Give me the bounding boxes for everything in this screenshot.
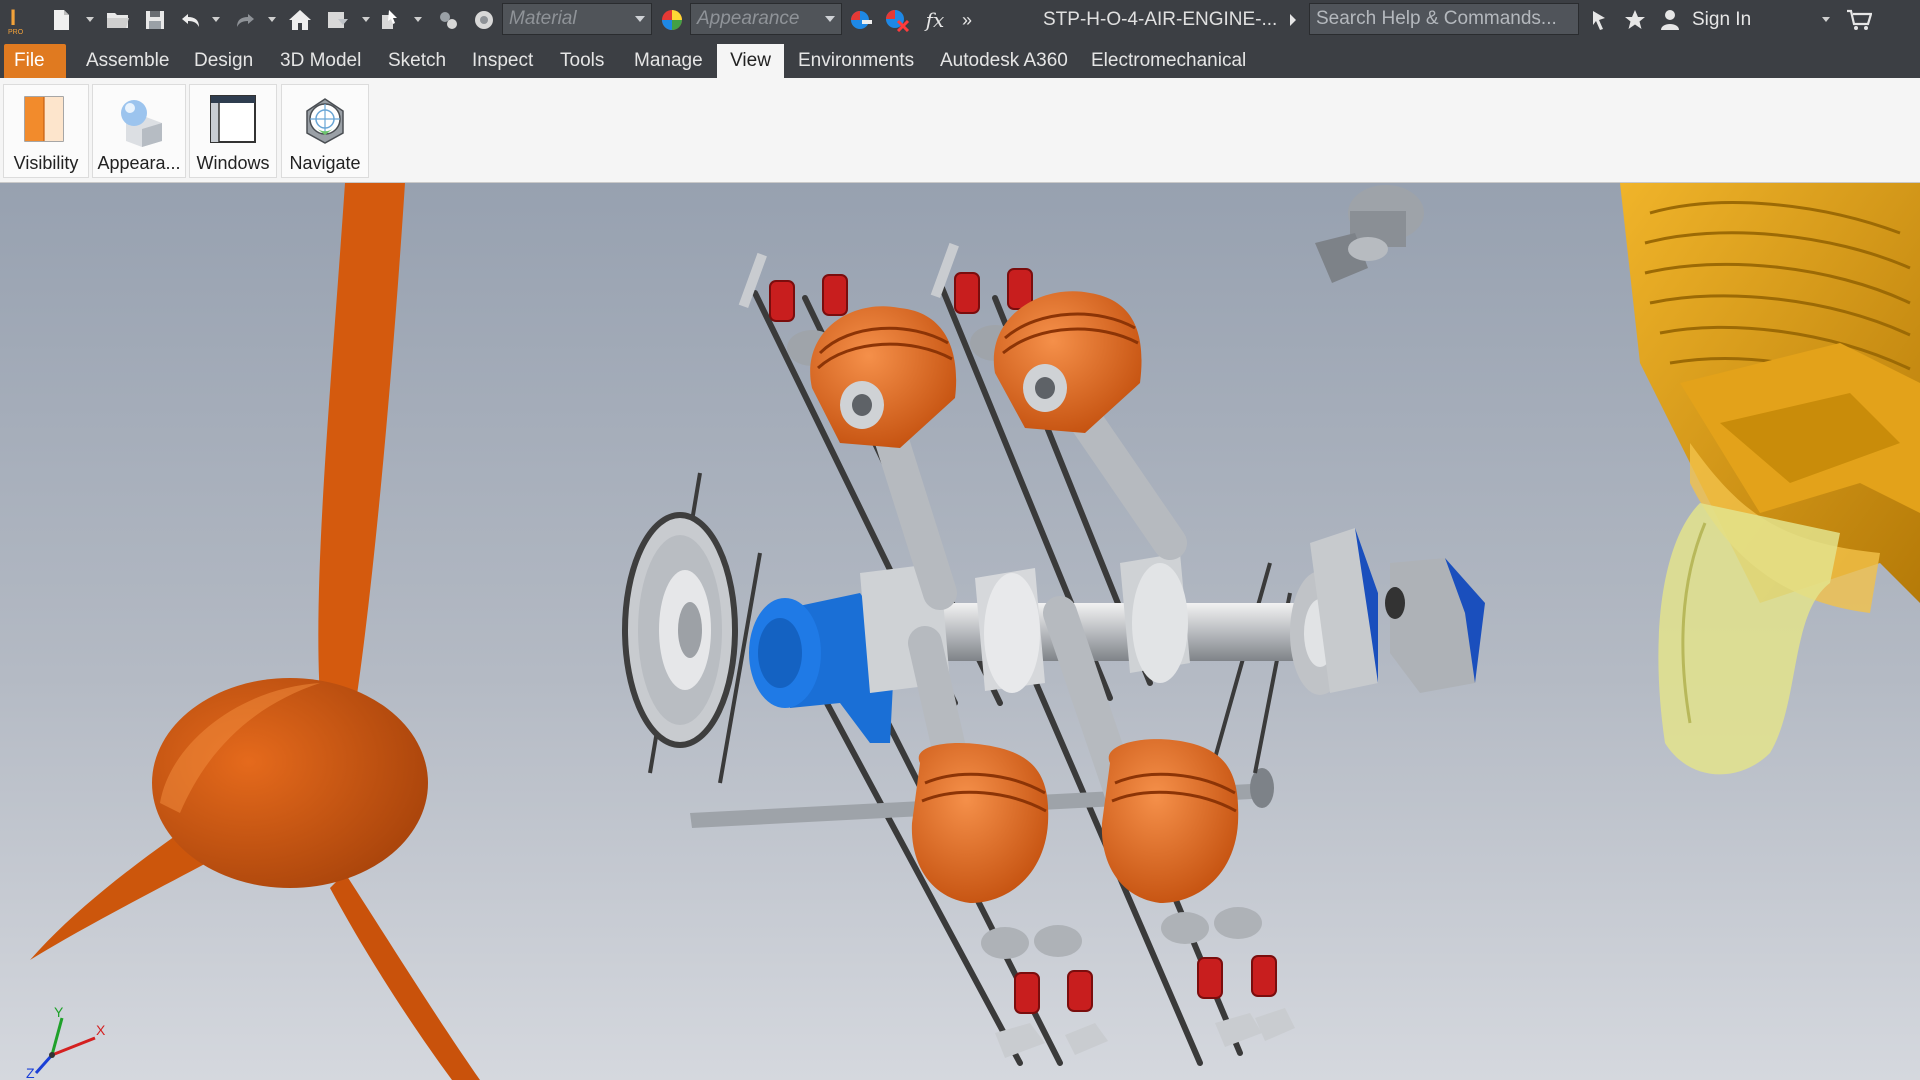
undo-icon[interactable] bbox=[178, 5, 204, 35]
redo-dropdown-caret[interactable] bbox=[268, 17, 276, 22]
visibility-label: Visibility bbox=[13, 153, 79, 173]
tab-assemble[interactable]: Assemble bbox=[76, 44, 179, 78]
tab-tools[interactable]: Tools bbox=[550, 44, 614, 78]
select-dropdown-caret[interactable] bbox=[414, 17, 422, 22]
appearance-ball-icon[interactable] bbox=[658, 5, 686, 35]
material-dropdown-caret[interactable] bbox=[635, 16, 645, 22]
material-placeholder: Material bbox=[509, 8, 577, 29]
redo-icon[interactable] bbox=[232, 5, 258, 35]
color-override-icon[interactable] bbox=[470, 5, 498, 35]
windows-button[interactable]: Windows bbox=[189, 84, 277, 178]
new-dropdown-caret[interactable] bbox=[86, 17, 94, 22]
search-help-input[interactable]: Search Help & Commands... bbox=[1309, 3, 1579, 35]
tab-environments[interactable]: Environments bbox=[788, 44, 924, 78]
appearance-label: Appeara... bbox=[97, 153, 181, 173]
tab-autodesk-a360[interactable]: Autodesk A360 bbox=[930, 44, 1078, 78]
ribbon-panel: Visibility Appeara... Windows Navigate bbox=[0, 78, 1920, 183]
select-filter-icon[interactable] bbox=[378, 5, 406, 35]
user-icon[interactable] bbox=[1658, 5, 1682, 35]
tab-design[interactable]: Design bbox=[184, 44, 263, 78]
parameters-icon[interactable]: fx bbox=[920, 5, 950, 35]
save-icon[interactable] bbox=[142, 5, 168, 35]
appearance-placeholder: Appearance bbox=[697, 8, 800, 29]
sign-in-dropdown-caret[interactable] bbox=[1822, 17, 1830, 22]
new-file-icon[interactable] bbox=[48, 5, 74, 35]
measure-icon[interactable] bbox=[434, 5, 462, 35]
title-expand-arrow-icon[interactable] bbox=[1286, 5, 1300, 35]
tab-manage[interactable]: Manage bbox=[624, 44, 713, 78]
ribbon-tab-bar: File Assemble Design 3D Model Sketch Ins… bbox=[0, 40, 1920, 108]
title-bar: I PRO Material Appearance fx » STP-H-O-4… bbox=[0, 0, 1920, 40]
navigate-button[interactable]: Navigate bbox=[281, 84, 369, 178]
triad-x-label: X bbox=[96, 1022, 106, 1038]
favorites-star-icon[interactable] bbox=[1622, 5, 1648, 35]
tab-view[interactable]: View bbox=[717, 44, 784, 78]
svg-text:PRO: PRO bbox=[8, 29, 24, 35]
navigate-icon bbox=[282, 93, 368, 147]
home-icon[interactable] bbox=[286, 5, 314, 35]
appearance-button[interactable]: Appeara... bbox=[92, 84, 186, 178]
tab-electromechanical[interactable]: Electromechanical bbox=[1081, 44, 1256, 78]
visibility-button[interactable]: Visibility bbox=[3, 84, 89, 178]
more-glyph: » bbox=[961, 9, 972, 30]
adjust-appearance-icon[interactable] bbox=[846, 5, 876, 35]
navigate-label: Navigate bbox=[289, 153, 361, 173]
windows-label: Windows bbox=[196, 153, 270, 173]
visibility-icon bbox=[4, 93, 88, 147]
tab-file[interactable]: File bbox=[4, 44, 66, 78]
parameters-glyph: fx bbox=[925, 8, 945, 32]
ring-gear[interactable] bbox=[622, 512, 738, 748]
triad-z-label: Z bbox=[26, 1065, 35, 1080]
windows-icon bbox=[190, 93, 276, 147]
app-logo-icon[interactable]: I PRO bbox=[4, 5, 32, 35]
document-title: STP-H-O-4-AIR-ENGINE-... bbox=[1043, 9, 1278, 30]
update-dropdown-caret[interactable] bbox=[362, 17, 370, 22]
graphics-viewport[interactable]: X Y Z bbox=[0, 183, 1920, 1080]
tab-sketch[interactable]: Sketch bbox=[378, 44, 456, 78]
sign-in-link[interactable]: Sign In bbox=[1692, 0, 1751, 40]
cart-icon[interactable] bbox=[1844, 5, 1874, 35]
tab-inspect[interactable]: Inspect bbox=[462, 44, 543, 78]
inventor-window: I PRO Material Appearance fx » STP-H-O-4… bbox=[0, 0, 1920, 1080]
appearance-select[interactable]: Appearance bbox=[690, 3, 842, 35]
clear-appearance-icon[interactable] bbox=[882, 5, 912, 35]
open-folder-icon[interactable] bbox=[104, 5, 132, 35]
more-commands-icon[interactable]: » bbox=[956, 5, 978, 35]
appearance-icon bbox=[93, 93, 185, 147]
material-select[interactable]: Material bbox=[502, 3, 652, 35]
connect-icon[interactable] bbox=[1586, 5, 1612, 35]
appearance-dropdown-caret[interactable] bbox=[825, 16, 835, 22]
tab-3d-model[interactable]: 3D Model bbox=[270, 44, 371, 78]
triad-y-label: Y bbox=[54, 1004, 64, 1020]
update-icon[interactable] bbox=[324, 5, 352, 35]
svg-text:I: I bbox=[10, 5, 16, 30]
undo-dropdown-caret[interactable] bbox=[212, 17, 220, 22]
